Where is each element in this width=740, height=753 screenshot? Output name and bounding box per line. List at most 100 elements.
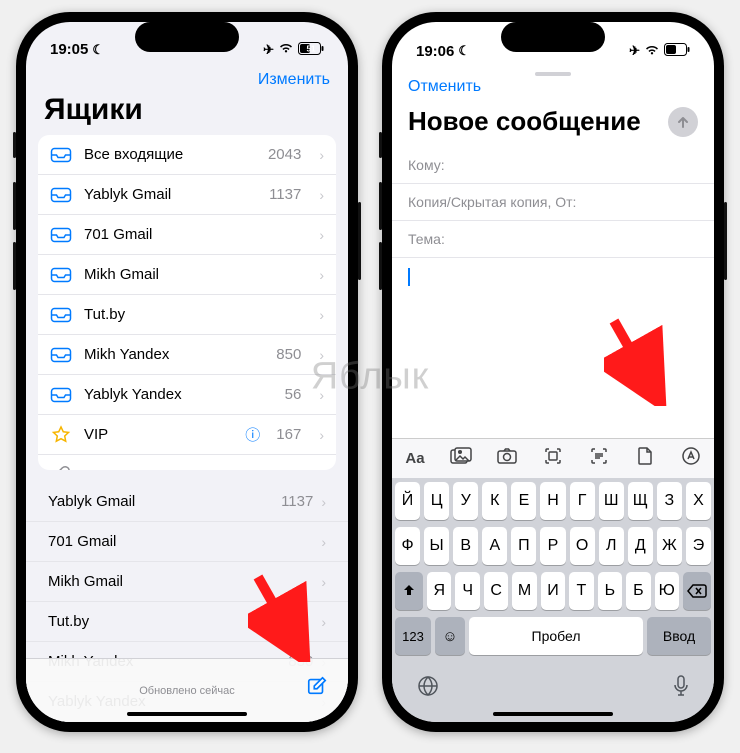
wifi-icon [278,42,294,57]
camera-icon[interactable] [491,447,523,470]
key-З[interactable]: З [657,482,682,520]
key-Ь[interactable]: Ь [598,572,622,610]
key-А[interactable]: А [482,527,507,565]
chevron-right-icon: › [321,614,326,630]
mailbox-label: 701 Gmail [84,226,289,243]
mailbox-count: 1137 [269,186,301,203]
home-indicator[interactable] [493,712,613,716]
account-row[interactable]: Yablyk Gmail1137› [26,482,348,522]
chevron-right-icon: › [321,534,326,550]
mailbox-row[interactable]: Mikh Gmail› [38,255,336,295]
key-Х[interactable]: Х [686,482,711,520]
mailbox-row[interactable]: Вложения33› [38,455,336,470]
cancel-button[interactable]: Отменить [408,78,481,96]
tray-icon [50,347,72,363]
wifi-icon [644,44,660,59]
mailbox-row[interactable]: Yablyk Yandex56› [38,375,336,415]
key-Ш[interactable]: Ш [599,482,624,520]
key-Й[interactable]: Й [395,482,420,520]
key-Ы[interactable]: Ы [424,527,449,565]
key-Т[interactable]: Т [569,572,593,610]
key-Н[interactable]: Н [540,482,565,520]
key-О[interactable]: О [570,527,595,565]
airplane-icon: ✈ [629,43,640,59]
mailbox-row[interactable]: Tut.by› [38,295,336,335]
key-П[interactable]: П [511,527,536,565]
key-Я[interactable]: Я [427,572,451,610]
mailboxes-title: Ящики [26,91,348,135]
emoji-key[interactable]: ☺ [435,617,465,655]
key-Ф[interactable]: Ф [395,527,420,565]
airplane-icon: ✈ [263,42,274,58]
key-Д[interactable]: Д [628,527,653,565]
format-icon[interactable]: Aa [399,450,431,467]
keyboard-toolbar: Aa [392,438,714,478]
key-Р[interactable]: Р [540,527,565,565]
key-Б[interactable]: Б [626,572,650,610]
shift-key[interactable] [395,572,423,610]
compose-button[interactable] [306,675,328,700]
return-key[interactable]: Ввод [647,617,711,655]
moon-icon: ☾ [458,43,470,59]
scan-text-icon[interactable] [583,446,615,471]
battery-icon: 51 [298,42,324,58]
paperclip-icon [50,465,72,470]
key-Э[interactable]: Э [686,527,711,565]
backspace-key[interactable] [683,572,711,610]
account-row[interactable]: 701 Gmail › [26,522,348,562]
key-У[interactable]: У [453,482,478,520]
dynamic-island [501,22,605,52]
send-button[interactable] [668,107,698,137]
svg-text:51: 51 [307,44,316,53]
mic-icon[interactable] [672,674,690,704]
chevron-right-icon: › [319,387,324,403]
gallery-icon[interactable] [445,447,477,470]
battery-icon [664,43,690,59]
phone-right: 19:06 ☾ ✈ Отменить Нов [382,12,724,732]
compose-title: Новое сообщение [408,106,641,137]
key-Щ[interactable]: Щ [628,482,653,520]
mailbox-row[interactable]: Yablyk Gmail1137› [38,175,336,215]
edit-link[interactable]: Изменить [258,71,330,89]
annotation-arrow-right [604,316,674,406]
key-С[interactable]: С [484,572,508,610]
scan-doc-icon[interactable] [537,446,569,471]
key-М[interactable]: М [512,572,536,610]
file-icon[interactable] [629,446,661,471]
home-indicator[interactable] [127,712,247,716]
mailbox-row[interactable]: Mikh Yandex850› [38,335,336,375]
sheet-grabber[interactable] [535,72,571,76]
account-label: Yablyk Gmail [48,493,281,510]
account-label: 701 Gmail [48,533,313,550]
key-Г[interactable]: Г [570,482,595,520]
globe-icon[interactable] [416,674,440,704]
mailbox-row[interactable]: 701 Gmail› [38,215,336,255]
key-Ц[interactable]: Ц [424,482,449,520]
key-Л[interactable]: Л [599,527,624,565]
info-icon[interactable]: ⓘ [245,424,260,445]
mailbox-label: Yablyk Gmail [84,186,257,203]
chevron-right-icon: › [321,494,326,510]
mailbox-row[interactable]: Все входящие2043› [38,135,336,175]
mailbox-row[interactable]: VIPⓘ167› [38,415,336,455]
tray-icon [50,227,72,243]
key-Е[interactable]: Е [511,482,536,520]
key-И[interactable]: И [541,572,565,610]
markup-icon[interactable] [675,446,707,471]
key-Ч[interactable]: Ч [455,572,479,610]
cc-field[interactable]: Копия/Скрытая копия, От: [392,184,714,221]
numeric-key[interactable]: 123 [395,617,431,655]
key-К[interactable]: К [482,482,507,520]
key-Ж[interactable]: Ж [657,527,682,565]
mailbox-count: 33 [285,467,302,470]
space-key[interactable]: Пробел [469,617,643,655]
key-В[interactable]: В [453,527,478,565]
mailbox-count: 850 [276,346,301,363]
chevron-right-icon: › [319,267,324,283]
mailbox-count: 56 [285,386,302,403]
mailboxes-card: Все входящие2043› Yablyk Gmail 1137 › 701 Gm… [38,135,336,470]
status-time: 19:06 [416,43,454,60]
to-field[interactable]: Кому: [392,147,714,184]
key-Ю[interactable]: Ю [655,572,679,610]
subject-field[interactable]: Тема: [392,221,714,258]
